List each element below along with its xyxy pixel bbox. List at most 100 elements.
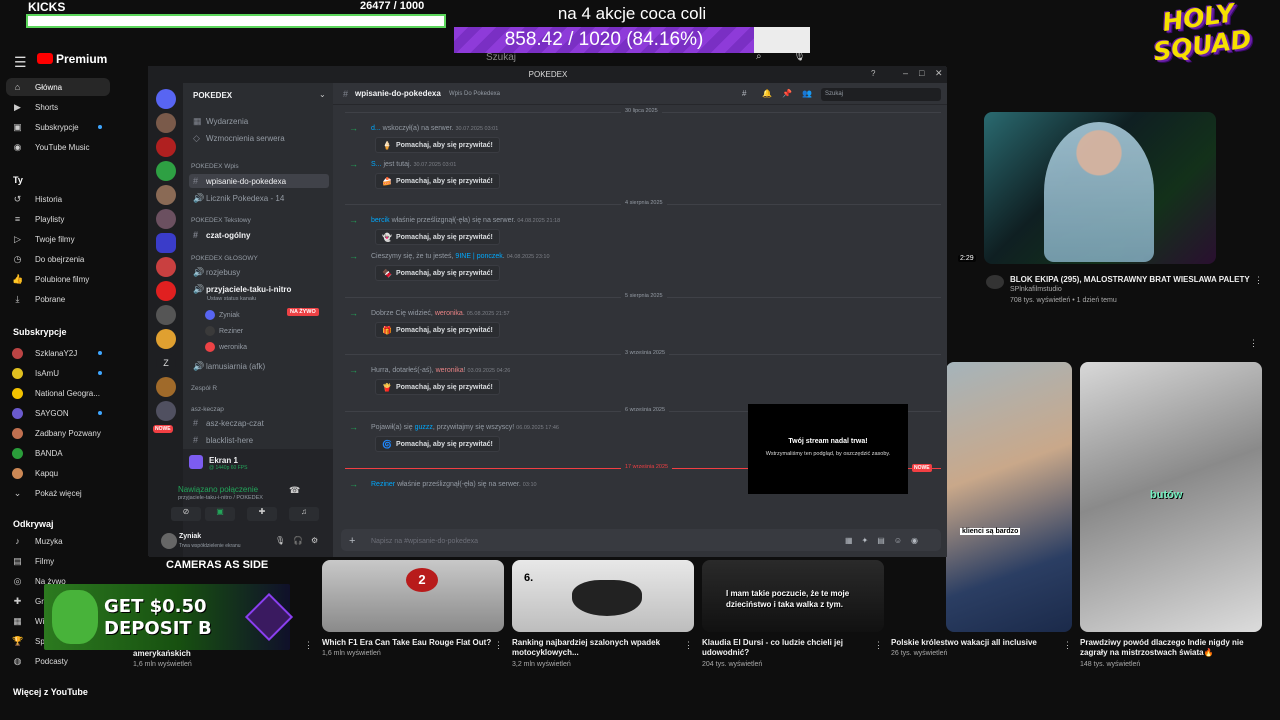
guild-home-icon[interactable]	[156, 89, 176, 109]
video-title-3[interactable]: Ranking najbardziej szalonych wpadek mot…	[512, 638, 682, 658]
plus-icon[interactable]: +	[349, 535, 355, 547]
video-title-5[interactable]: Polskie królestwo wakacji all inclusive	[891, 638, 1061, 648]
channel-licznik[interactable]: 🔊 Licznik Pokedexa - 14	[189, 191, 329, 205]
guild-z-icon[interactable]: Z	[156, 353, 176, 373]
camera-off-button[interactable]: ⊘	[171, 507, 201, 521]
guild-icon[interactable]	[156, 137, 176, 157]
sidebar-item-playlists[interactable]: ≡ Playlisty	[6, 210, 110, 228]
message-username[interactable]: d...	[371, 125, 381, 132]
sidebar-item-downloads[interactable]: ⤓ Pobrane	[6, 290, 110, 308]
message-username[interactable]: S...	[371, 161, 382, 168]
wave-button[interactable]: 🍰 Pomachaj, aby się przywitać!	[375, 173, 500, 189]
wave-button[interactable]: 🌀 Pomachaj, aby się przywitać!	[375, 436, 500, 452]
video-title-6[interactable]: Prawdziwy powód dlaczego Indie nigdy nie…	[1080, 638, 1260, 658]
composer-tools-icons[interactable]: ▦✦▤☺◉	[845, 536, 927, 545]
sidebar-subscription[interactable]: BANDA	[6, 444, 110, 462]
members-icon[interactable]: 👥	[802, 89, 812, 98]
category-glosowy[interactable]: POKEDEX GŁOSOWY	[191, 255, 258, 262]
help-icon[interactable]: ?	[871, 69, 875, 78]
featured-title[interactable]: BLOK EKIPA (295), MALOSTRAWNY BRAT WIESL…	[1010, 275, 1250, 285]
wave-button[interactable]: 🍫 Pomachaj, aby się przywitać!	[375, 265, 500, 281]
featured-thumbnail[interactable]	[984, 112, 1216, 264]
video-title-4[interactable]: Klaudia El Dursi - co ludzie chcieli jej…	[702, 638, 872, 658]
guild-icon[interactable]	[156, 113, 176, 133]
server-name[interactable]: POKEDEX	[193, 91, 232, 100]
category-zespol[interactable]: Zespół R	[191, 385, 217, 392]
youtube-logo[interactable]: Premium	[37, 52, 107, 66]
voice-user[interactable]: Reziner	[205, 326, 243, 336]
message-username[interactable]: Reziner	[371, 481, 395, 488]
guild-folder-icon[interactable]	[156, 233, 176, 253]
video-title-1[interactable]: amerykańskich	[133, 649, 293, 659]
more-icon[interactable]: ⋮	[1249, 338, 1258, 349]
more-icon[interactable]: ⋮	[1063, 640, 1072, 651]
more-icon[interactable]: ⋮	[494, 640, 503, 651]
menu-icon[interactable]: ☰	[14, 54, 27, 71]
sidebar-item-home[interactable]: ⌂ Główna	[6, 78, 110, 96]
message-username[interactable]: weronika	[436, 367, 464, 374]
sidebar-item-watch-later[interactable]: ◷ Do obejrzenia	[6, 250, 110, 268]
sidebar-item-your-videos[interactable]: ▷ Twoje filmy	[6, 230, 110, 248]
message-username[interactable]: bercik	[371, 217, 390, 224]
events-item[interactable]: ▦ Wydarzenia	[189, 114, 329, 128]
sidebar-item-shorts[interactable]: ▶ Shorts	[6, 98, 110, 116]
video-thumbnail-5[interactable]	[946, 362, 1072, 632]
video-thumbnail-4[interactable]: I mam takie poczucie, że te moje dzieciń…	[702, 560, 884, 632]
activity-button[interactable]: ✚	[247, 507, 277, 521]
sidebar-subscription[interactable]: ⌄ Pokaż więcej	[6, 484, 110, 502]
category-tekstowy[interactable]: POKEDEX Tekstowy	[191, 217, 251, 224]
message-username[interactable]: guzzz	[415, 424, 433, 431]
channel-czat-ogolny[interactable]: # czat-ogólny	[189, 228, 329, 242]
channel-asz-czat[interactable]: # asz-keczap-czat	[189, 416, 329, 430]
voice-user[interactable]: weronika	[205, 342, 247, 352]
channel-przyjaciele[interactable]: 🔊 przyjaciele-taku-i-nitro	[189, 282, 329, 296]
category-asz[interactable]: asz-keczap	[191, 406, 224, 413]
guild-icon[interactable]	[156, 257, 176, 277]
chat-search-input[interactable]: Szukaj	[821, 88, 941, 101]
channel-status[interactable]: Ustaw status kanału	[207, 296, 256, 302]
video-title-2[interactable]: Which F1 Era Can Take Eau Rouge Flat Out…	[322, 638, 492, 648]
sidebar-item-podcasts[interactable]: ◍ Podcasty	[6, 652, 110, 670]
wave-button[interactable]: 🎁 Pomachaj, aby się przywitać!	[375, 322, 500, 338]
disconnect-icon[interactable]: ☎	[289, 485, 300, 496]
wave-button[interactable]: 🍟 Pomachaj, aby się przywitać!	[375, 379, 500, 395]
more-icon[interactable]: ⋮	[1254, 275, 1263, 286]
category-wpis[interactable]: POKEDEX Wpis	[191, 163, 239, 170]
more-icon[interactable]: ⋮	[304, 640, 313, 651]
guild-icon[interactable]	[156, 281, 176, 301]
guild-icon[interactable]	[156, 329, 176, 349]
sidebar-item-movies[interactable]: ▤ Filmy	[6, 552, 110, 570]
sidebar-item-subscriptions[interactable]: ▣ Subskrypcje	[6, 118, 110, 136]
sidebar-subscription[interactable]: SAYGON	[6, 404, 110, 422]
pin-icon[interactable]: 📌	[782, 89, 792, 98]
video-thumbnail-3[interactable]: 6.	[512, 560, 694, 632]
sidebar-item-music[interactable]: ◉ YouTube Music	[6, 138, 110, 156]
sidebar-subscription[interactable]: IsAmU	[6, 364, 110, 382]
channel-rozjebusy[interactable]: 🔊 rozjebusy	[189, 265, 329, 279]
sidebar-item-liked[interactable]: 👍 Polubione filmy	[6, 270, 110, 288]
maximize-icon[interactable]: □	[919, 68, 924, 78]
boosts-item[interactable]: ◇ Wzmocnienia serwera	[189, 131, 329, 145]
sidebar-subscription[interactable]: National Geogra...	[6, 384, 110, 402]
sidebar-subscription[interactable]: SzklanaY2J	[6, 344, 110, 362]
video-thumbnail-2[interactable]: 2	[322, 560, 504, 632]
sidebar-item-history[interactable]: ↺ Historia	[6, 190, 110, 208]
sidebar-item-music-explore[interactable]: ♪ Muzyka	[6, 532, 110, 550]
close-icon[interactable]: ✕	[935, 68, 943, 79]
wave-button[interactable]: 👻 Pomachaj, aby się przywitać!	[375, 229, 500, 245]
chevron-down-icon[interactable]: ⌄	[319, 90, 326, 99]
soundboard-button[interactable]: ♫	[289, 507, 319, 521]
threads-icon[interactable]: #	[742, 89, 746, 98]
microphone-icon[interactable]: 🎙	[275, 536, 285, 545]
sidebar-subscription[interactable]: Zadbany Pozwany	[6, 424, 110, 442]
gear-icon[interactable]: ⚙	[311, 536, 318, 545]
chat-topic[interactable]: Wpis Do Pokedexa	[449, 91, 500, 97]
guild-icon[interactable]	[156, 209, 176, 229]
sidebar-subscription[interactable]: Kapqu	[6, 464, 110, 482]
voice-user[interactable]: Zyniak	[205, 310, 240, 320]
channel-avatar[interactable]	[986, 275, 1004, 289]
headphones-icon[interactable]: 🎧	[293, 536, 303, 545]
guild-icon[interactable]	[156, 401, 176, 421]
share-screen-button[interactable]: ▣	[205, 507, 235, 521]
guild-icon[interactable]	[156, 377, 176, 397]
